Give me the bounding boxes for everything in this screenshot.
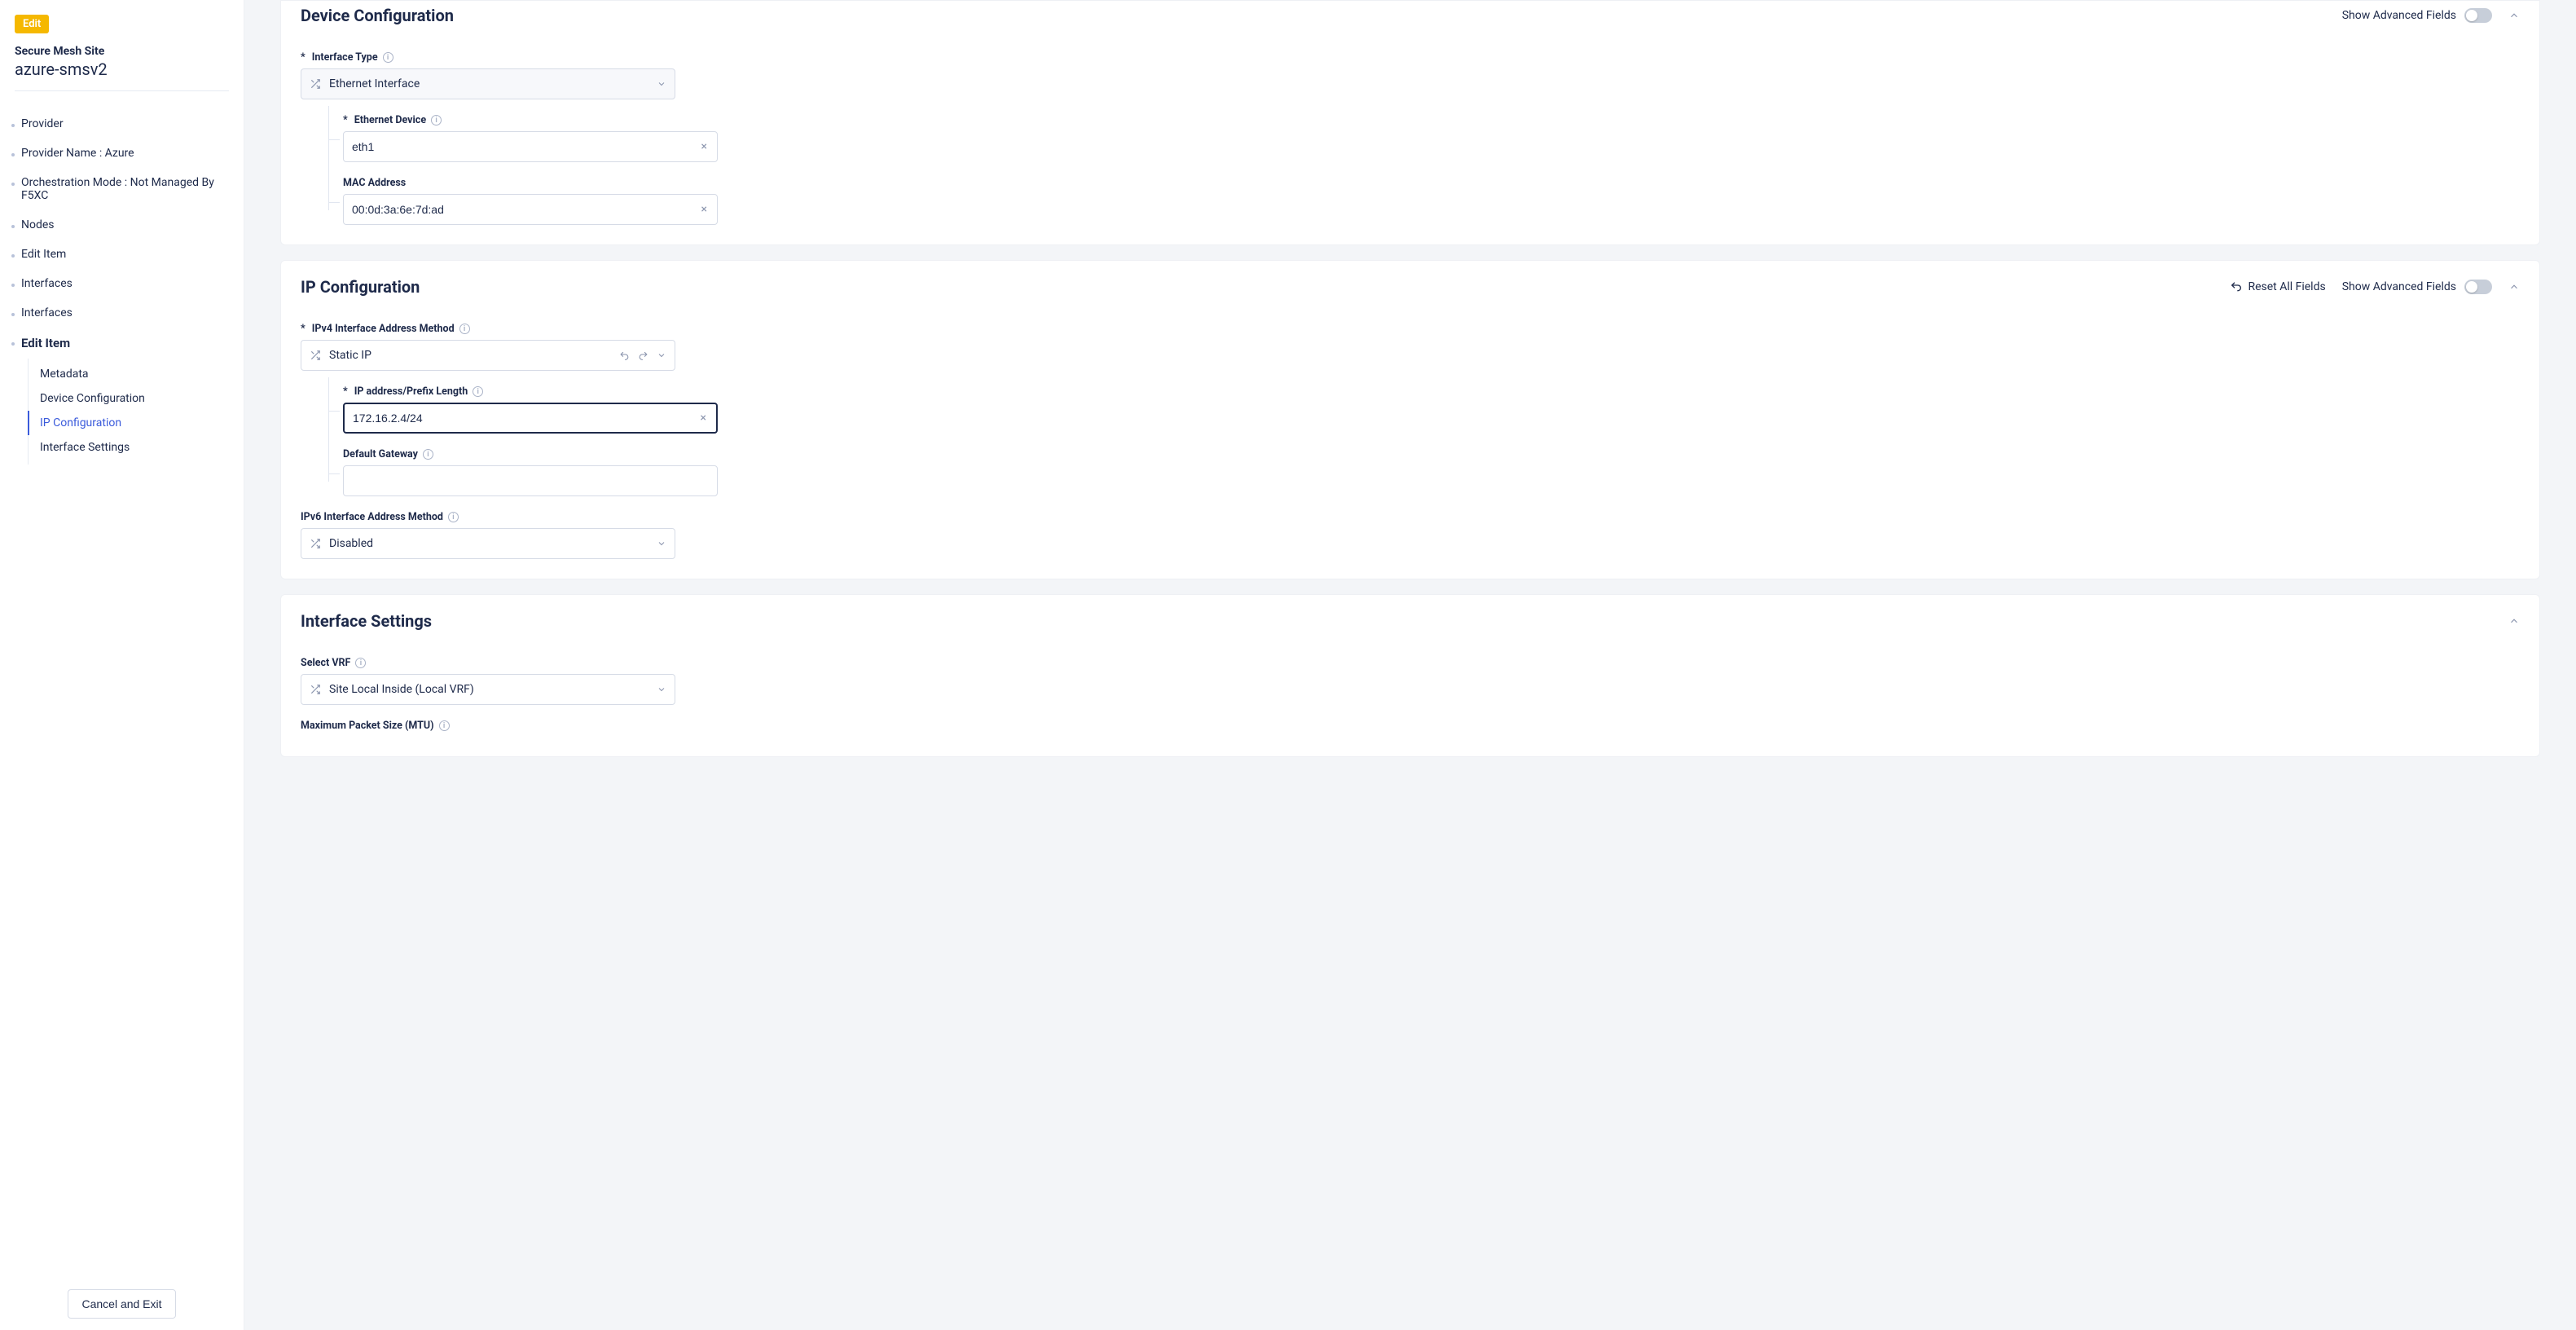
- mac-address-input[interactable]: ×: [343, 194, 718, 225]
- info-icon[interactable]: i: [383, 52, 393, 63]
- shuffle-icon: [310, 684, 321, 695]
- sidebar-item-provider-name[interactable]: Provider Name : Azure: [0, 139, 244, 168]
- info-icon[interactable]: i: [431, 115, 442, 126]
- device-configuration-card: Device Configuration Show Advanced Field…: [280, 0, 2540, 245]
- sidebar-item-interfaces-1[interactable]: Interfaces: [0, 269, 244, 298]
- sidebar-item-edit-item-1[interactable]: Edit Item: [0, 240, 244, 269]
- chevron-down-icon: [657, 350, 666, 361]
- ip-configuration-title: IP Configuration: [301, 277, 420, 297]
- ip-prefix-input[interactable]: ×: [343, 403, 718, 434]
- interface-settings-collapse-icon[interactable]: [2508, 615, 2520, 627]
- clear-icon[interactable]: ×: [700, 203, 709, 216]
- ipv6-method-select[interactable]: Disabled: [301, 528, 675, 559]
- default-gateway-label: Default Gateway i: [343, 448, 2520, 460]
- undo-icon[interactable]: [619, 350, 630, 361]
- ip-prefix-label: *IP address/Prefix Length i: [343, 385, 2520, 398]
- device-collapse-icon[interactable]: [2508, 10, 2520, 21]
- sidebar: Edit Secure Mesh Site azure-smsv2 Provid…: [0, 0, 244, 1330]
- mtu-label: Maximum Packet Size (MTU) i: [301, 720, 2520, 732]
- info-icon[interactable]: i: [355, 658, 366, 668]
- default-gateway-field[interactable]: [352, 474, 709, 487]
- select-vrf-value: Site Local Inside (Local VRF): [329, 683, 648, 696]
- shuffle-icon: [310, 538, 321, 549]
- site-name: azure-smsv2: [15, 59, 229, 79]
- ip-collapse-icon[interactable]: [2508, 281, 2520, 293]
- ipv4-method-label: *IPv4 Interface Address Method i: [301, 323, 2520, 335]
- sidebar-item-nodes[interactable]: Nodes: [0, 210, 244, 240]
- info-icon[interactable]: i: [448, 512, 459, 522]
- interface-settings-card: Interface Settings Select VRF i Site Loc: [280, 594, 2540, 757]
- sidebar-item-provider[interactable]: Provider: [0, 109, 244, 139]
- info-icon[interactable]: i: [423, 449, 433, 460]
- redo-icon[interactable]: [638, 350, 648, 361]
- shuffle-icon: [310, 78, 321, 90]
- undo-icon: [2230, 280, 2243, 293]
- subnav-metadata[interactable]: Metadata: [29, 362, 244, 386]
- reset-all-fields-label: Reset All Fields: [2248, 280, 2325, 293]
- default-gateway-input[interactable]: [343, 465, 718, 496]
- device-configuration-title: Device Configuration: [301, 6, 454, 25]
- device-advanced-toggle[interactable]: [2464, 8, 2492, 23]
- select-vrf-select[interactable]: Site Local Inside (Local VRF): [301, 674, 675, 705]
- ipv4-method-select[interactable]: Static IP: [301, 340, 675, 371]
- ipv4-method-value: Static IP: [329, 349, 611, 362]
- edit-badge: Edit: [15, 15, 49, 33]
- ipv6-method-label: IPv6 Interface Address Method i: [301, 511, 2520, 523]
- chevron-down-icon: [657, 685, 666, 694]
- sidebar-divider: [15, 90, 229, 91]
- sidebar-item-edit-item-2[interactable]: Edit Item: [0, 328, 244, 359]
- sidebar-item-interfaces-2[interactable]: Interfaces: [0, 298, 244, 328]
- chevron-down-icon: [657, 79, 666, 89]
- shuffle-icon: [310, 350, 321, 361]
- interface-type-label: *Interface Type i: [301, 51, 2520, 64]
- cancel-and-exit-button[interactable]: Cancel and Exit: [68, 1289, 175, 1319]
- select-vrf-label: Select VRF i: [301, 657, 2520, 669]
- site-type-label: Secure Mesh Site: [15, 45, 229, 58]
- reset-all-fields-button[interactable]: Reset All Fields: [2230, 280, 2325, 293]
- mac-address-label: MAC Address: [343, 177, 2520, 189]
- subnav-device-configuration[interactable]: Device Configuration: [29, 386, 244, 411]
- sidebar-item-orchestration-mode[interactable]: Orchestration Mode : Not Managed By F5XC: [0, 168, 244, 210]
- sidebar-subnav: Metadata Device Configuration IP Configu…: [28, 359, 244, 465]
- info-icon[interactable]: i: [439, 720, 450, 731]
- clear-icon[interactable]: ×: [699, 412, 708, 425]
- info-icon[interactable]: i: [459, 324, 470, 334]
- mac-address-field[interactable]: [352, 203, 700, 216]
- interface-type-select[interactable]: Ethernet Interface: [301, 68, 675, 99]
- ip-advanced-toggle[interactable]: [2464, 280, 2492, 294]
- device-advanced-label: Show Advanced Fields: [2342, 9, 2456, 22]
- ip-advanced-label: Show Advanced Fields: [2342, 280, 2456, 293]
- ethernet-device-label: *Ethernet Device i: [343, 114, 2520, 126]
- subnav-interface-settings[interactable]: Interface Settings: [29, 435, 244, 460]
- interface-settings-title: Interface Settings: [301, 611, 432, 631]
- ipv6-method-value: Disabled: [329, 537, 648, 550]
- ethernet-device-input[interactable]: ×: [343, 131, 718, 162]
- clear-icon[interactable]: ×: [700, 140, 709, 153]
- subnav-ip-configuration[interactable]: IP Configuration: [28, 411, 244, 435]
- info-icon[interactable]: i: [473, 386, 483, 397]
- interface-type-value: Ethernet Interface: [329, 77, 648, 90]
- main-content: Device Configuration Show Advanced Field…: [244, 0, 2576, 1330]
- ip-prefix-field[interactable]: [353, 412, 699, 425]
- chevron-down-icon: [657, 539, 666, 548]
- ip-configuration-card: IP Configuration Reset All Fields Show A…: [280, 260, 2540, 579]
- ethernet-device-field[interactable]: [352, 140, 700, 153]
